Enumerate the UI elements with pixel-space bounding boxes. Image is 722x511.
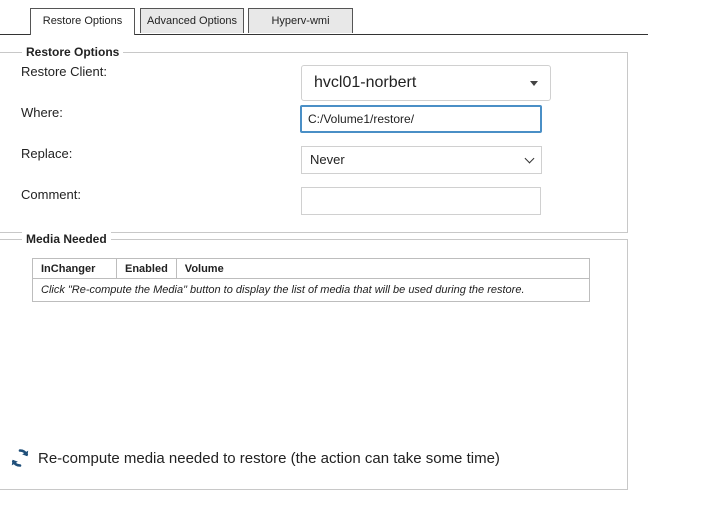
comment-label: Comment: — [21, 187, 81, 202]
restore-client-label: Restore Client: — [21, 64, 107, 79]
restore-options-legend: Restore Options — [22, 45, 124, 59]
replace-select[interactable]: Never — [301, 146, 542, 174]
column-header-inchanger[interactable]: InChanger — [32, 258, 117, 279]
chevron-down-icon — [524, 153, 535, 164]
recompute-label: Re-compute media needed to restore (the … — [38, 449, 500, 467]
tab-advanced-options[interactable]: Advanced Options — [140, 8, 244, 33]
restore-client-value: hvcl01-norbert — [314, 74, 417, 91]
empty-table-message: Click "Re-compute the Media" button to d… — [32, 278, 590, 302]
column-header-enabled[interactable]: Enabled — [116, 258, 177, 279]
replace-label: Replace: — [21, 146, 73, 161]
restore-panel: Restore Options Advanced Options Hyperv-… — [0, 0, 648, 511]
restore-client-select[interactable]: hvcl01-norbert — [301, 65, 551, 101]
refresh-icon — [11, 449, 29, 467]
comment-input[interactable] — [301, 187, 541, 215]
media-needed-legend: Media Needed — [22, 232, 111, 246]
media-table: InChanger Enabled Volume Click "Re-compu… — [32, 258, 591, 302]
tab-bar: Restore Options Advanced Options Hyperv-… — [0, 0, 648, 35]
tab-restore-options[interactable]: Restore Options — [30, 8, 135, 35]
replace-value: Never — [310, 152, 345, 167]
where-label: Where: — [21, 105, 63, 120]
right-gutter — [648, 0, 722, 511]
recompute-media-button[interactable]: Re-compute media needed to restore (the … — [8, 446, 500, 470]
table-row: Click "Re-compute the Media" button to d… — [32, 278, 590, 302]
table-header-row: InChanger Enabled Volume — [32, 258, 591, 279]
where-input[interactable] — [300, 105, 542, 133]
column-header-volume[interactable]: Volume — [175, 258, 591, 279]
caret-down-icon — [530, 81, 538, 86]
tab-hyperv-wmi[interactable]: Hyperv-wmi — [248, 8, 353, 33]
